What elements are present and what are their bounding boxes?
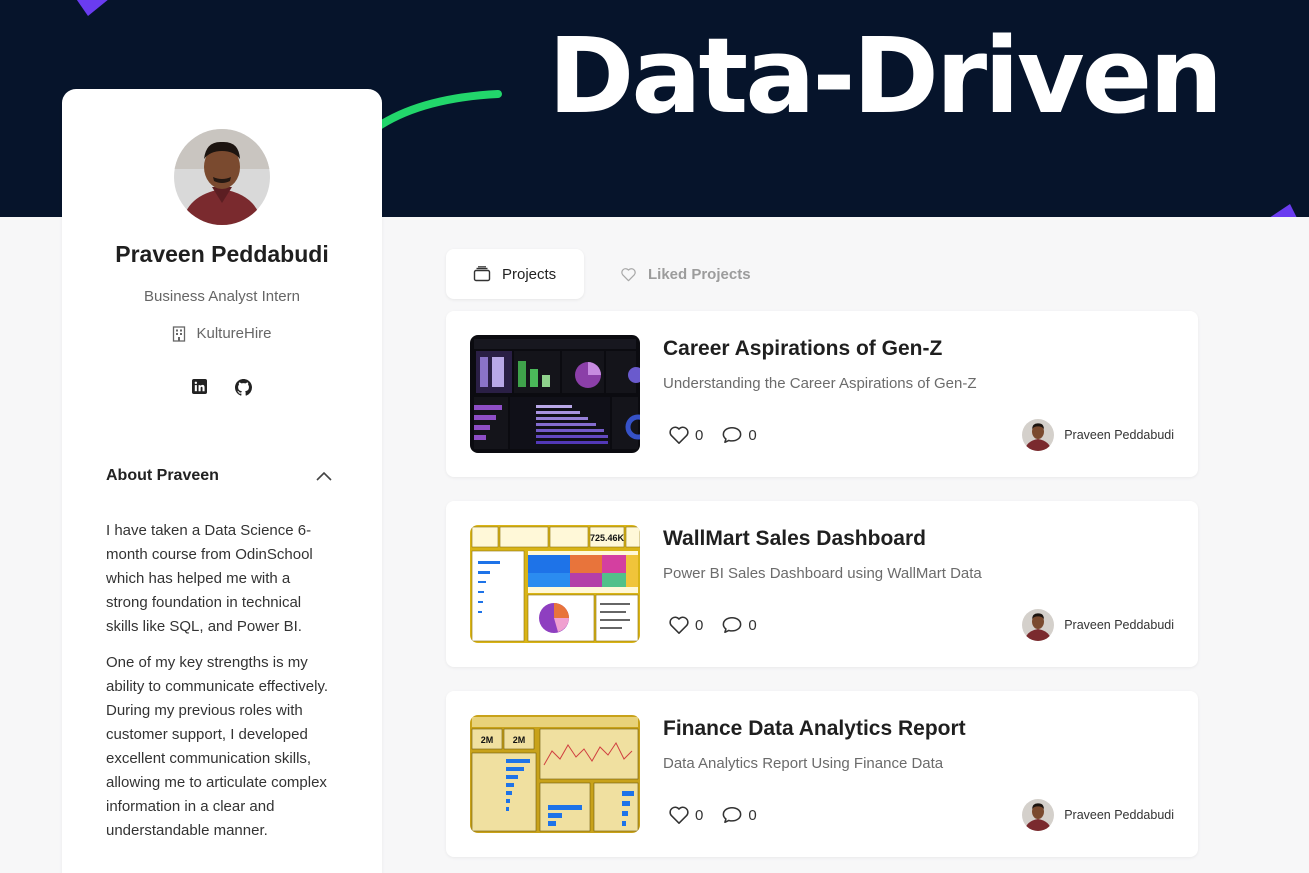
about-paragraph: I have taken a Data Science 6-month cour…	[106, 522, 313, 635]
project-tabs: Projects Liked Projects	[446, 249, 776, 299]
project-title[interactable]: Finance Data Analytics Report	[663, 717, 966, 741]
about-paragraph: One of my key strengths is my ability to…	[106, 654, 329, 839]
heart-icon	[668, 805, 690, 825]
comment-button[interactable]: 0	[721, 805, 757, 825]
like-button[interactable]: 0	[668, 615, 703, 635]
project-author[interactable]: Praveen Peddabudi	[1022, 799, 1174, 831]
like-count: 0	[695, 806, 704, 824]
thumbnail-kpi-text: 2M	[481, 735, 494, 745]
comment-count: 0	[748, 616, 757, 634]
linkedin-icon[interactable]	[192, 379, 209, 396]
folder-icon	[473, 266, 491, 282]
author-name: Praveen Peddabudi	[1064, 808, 1174, 822]
company-name: KultureHire	[196, 325, 272, 342]
project-title[interactable]: WallMart Sales Dashboard	[663, 527, 926, 551]
project-stats: 0 0	[668, 805, 775, 825]
about-title: About Praveen	[106, 467, 219, 484]
project-thumbnail[interactable]: 2M 2M	[470, 715, 640, 833]
profile-role: Business Analyst Intern	[144, 288, 300, 305]
building-icon	[172, 325, 186, 342]
tab-liked-projects[interactable]: Liked Projects	[584, 249, 776, 299]
project-description: Understanding the Career Aspirations of …	[663, 375, 977, 392]
author-avatar	[1022, 419, 1055, 451]
heart-icon	[620, 267, 637, 282]
project-description: Data Analytics Report Using Finance Data	[663, 755, 944, 772]
project-thumbnail[interactable]: 725.46K	[470, 525, 640, 643]
comment-count: 0	[748, 806, 757, 824]
heart-icon	[668, 425, 690, 445]
profile-avatar	[174, 129, 270, 225]
comment-icon	[721, 425, 743, 445]
project-stats: 0 0	[668, 425, 775, 445]
project-card[interactable]: 725.46K WallMart Sales Dashboard Power B…	[446, 501, 1198, 667]
comment-icon	[721, 615, 743, 635]
author-avatar	[1022, 799, 1055, 831]
profile-card: Praveen Peddabudi Business Analyst Inter…	[62, 89, 382, 873]
author-name: Praveen Peddabudi	[1064, 618, 1174, 632]
project-card[interactable]: 2M 2M Finance Data Analytics Report Data…	[446, 691, 1198, 857]
comment-icon	[721, 805, 743, 825]
project-title[interactable]: Career Aspirations of Gen-Z	[663, 337, 942, 361]
banner-title: Data-Driven	[548, 15, 1223, 137]
thumbnail-kpi-text: 725.46K	[590, 533, 625, 543]
author-name: Praveen Peddabudi	[1064, 428, 1174, 442]
profile-company: KultureHire	[62, 325, 382, 342]
purple-corner-decoration	[1270, 204, 1297, 217]
chevron-up-icon[interactable]	[316, 471, 332, 481]
comment-button[interactable]: 0	[721, 425, 757, 445]
tab-liked-projects-label: Liked Projects	[648, 265, 751, 283]
like-count: 0	[695, 426, 704, 444]
project-description: Power BI Sales Dashboard using WallMart …	[663, 565, 982, 582]
project-thumbnail[interactable]	[470, 335, 640, 453]
purple-shape-decoration	[76, 0, 108, 16]
like-button[interactable]: 0	[668, 425, 703, 445]
heart-icon	[668, 615, 690, 635]
thumbnail-kpi-text: 2M	[513, 735, 526, 745]
comment-button[interactable]: 0	[721, 615, 757, 635]
green-swoosh-decoration	[372, 90, 502, 132]
project-stats: 0 0	[668, 615, 775, 635]
like-button[interactable]: 0	[668, 805, 703, 825]
author-avatar	[1022, 609, 1055, 641]
project-author[interactable]: Praveen Peddabudi	[1022, 419, 1174, 451]
comment-count: 0	[748, 426, 757, 444]
like-count: 0	[695, 616, 704, 634]
github-icon[interactable]	[235, 379, 252, 396]
profile-name: Praveen Peddabudi	[115, 241, 329, 267]
project-card[interactable]: Career Aspirations of Gen-Z Understandin…	[446, 311, 1198, 477]
about-text: I have taken a Data Science 6-month cour…	[106, 519, 332, 855]
social-links	[62, 379, 382, 396]
about-section-header: About Praveen	[106, 467, 332, 485]
tab-projects[interactable]: Projects	[446, 249, 584, 299]
tab-projects-label: Projects	[502, 265, 557, 283]
project-author[interactable]: Praveen Peddabudi	[1022, 609, 1174, 641]
